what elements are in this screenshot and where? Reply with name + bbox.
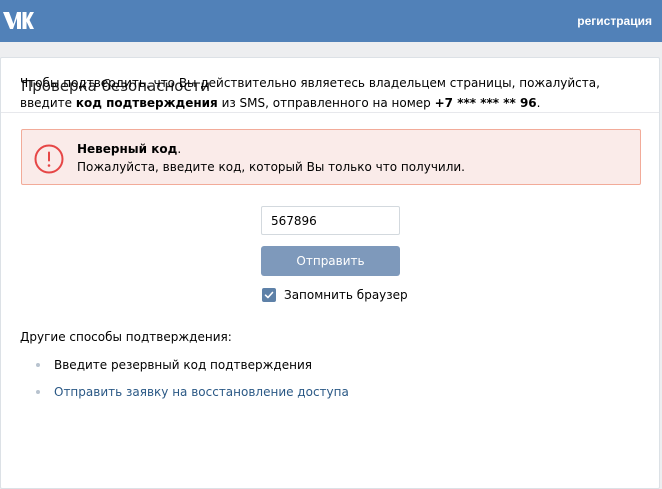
error-title-text: Неверный код [77, 142, 178, 156]
remember-browser-label[interactable]: Запомнить браузер [284, 288, 408, 302]
intro-text-code-label: код подтверждения [75, 96, 218, 110]
checkmark-icon [264, 291, 274, 298]
bullet-icon [36, 363, 40, 367]
vk-logo-icon[interactable] [2, 11, 34, 31]
confirmation-code-input[interactable] [261, 206, 400, 235]
intro-text-part: . [536, 96, 541, 110]
submit-button[interactable]: Отправить [261, 246, 400, 276]
error-title: Неверный код. [77, 141, 181, 157]
intro-text: Чтобы подтвердить, что Вы действительно … [20, 73, 645, 113]
intro-text-part: из SMS, отправленного на номер [217, 96, 435, 110]
exclamation-circle-icon [34, 144, 64, 174]
error-message: Пожалуйста, введите код, который Вы толь… [77, 160, 465, 174]
register-link[interactable]: регистрация [577, 14, 652, 28]
restore-access-link[interactable]: Отправить заявку на восстановление досту… [54, 384, 349, 400]
backup-code-option[interactable]: Введите резервный код подтверждения [54, 357, 312, 373]
error-title-suffix: . [177, 142, 182, 156]
checkbox-checked-icon[interactable] [262, 287, 276, 302]
bullet-icon [36, 390, 40, 394]
remember-browser-checkbox[interactable]: Запомнить браузер [262, 287, 408, 302]
error-alert: Неверный код. Пожалуйста, введите код, к… [21, 129, 641, 185]
other-methods-title: Другие способы подтверждения: [20, 330, 232, 344]
masked-phone-number: +7 *** *** ** 96 [434, 96, 537, 110]
top-header: регистрация [0, 0, 662, 42]
